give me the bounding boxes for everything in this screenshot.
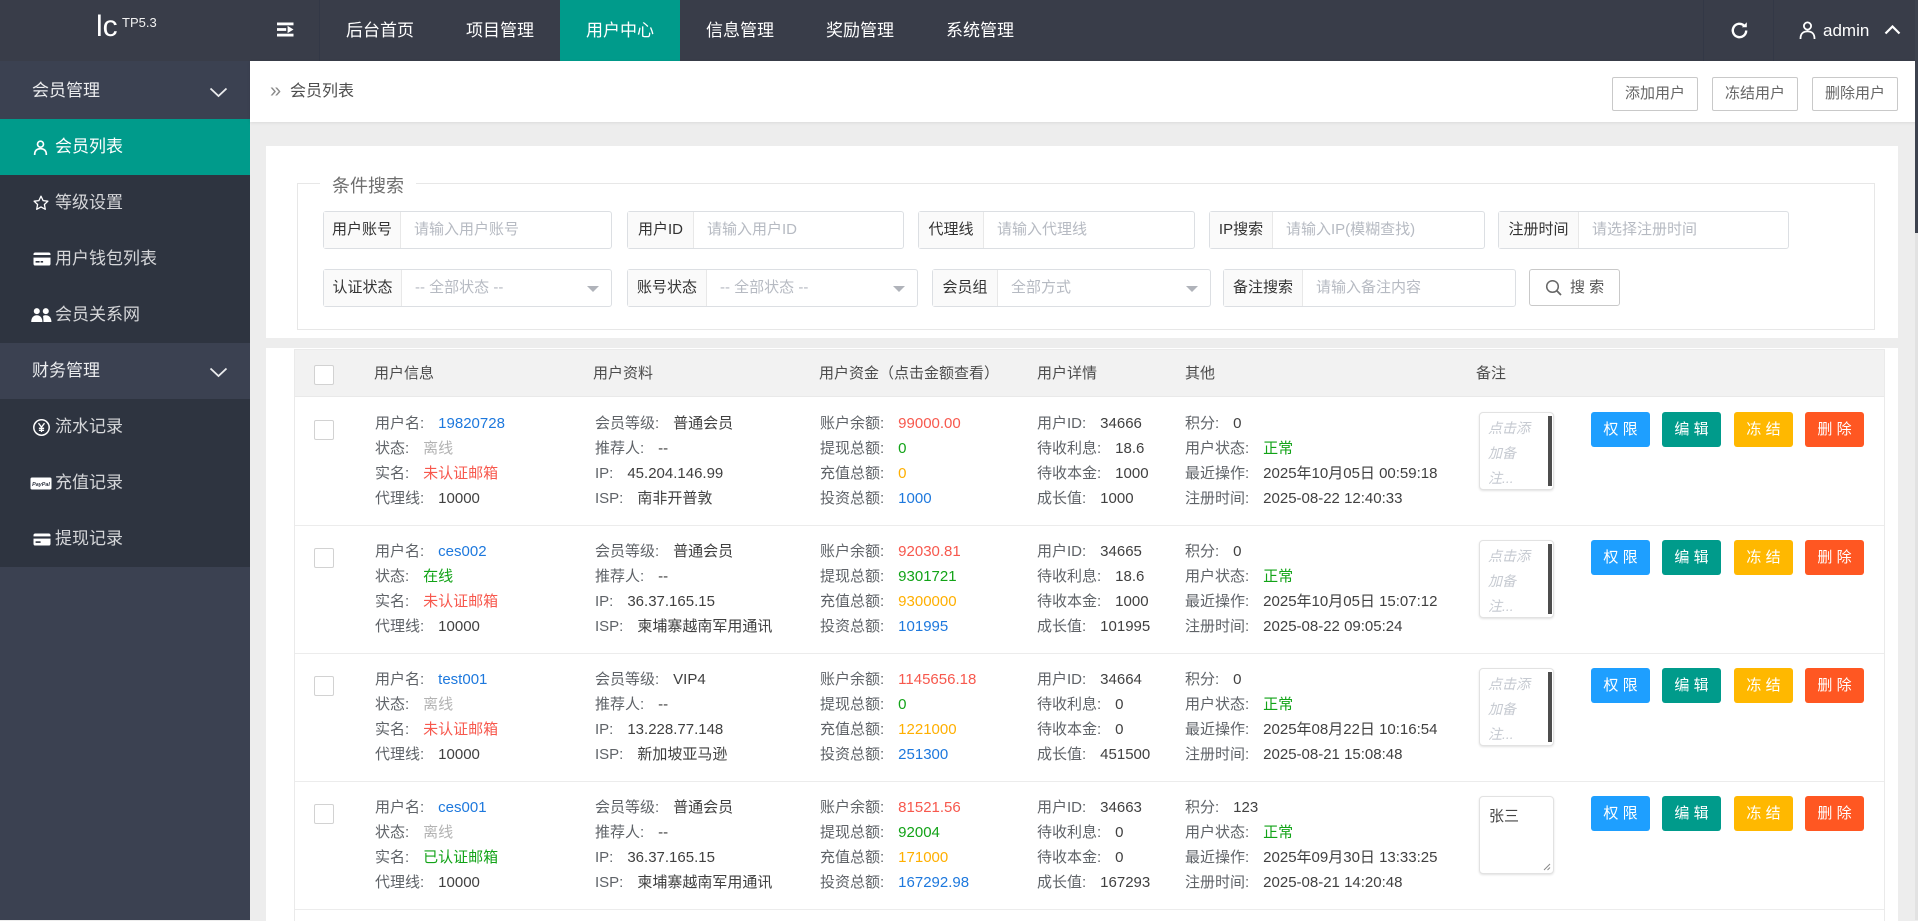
svg-text:PayPal: PayPal: [32, 482, 50, 488]
